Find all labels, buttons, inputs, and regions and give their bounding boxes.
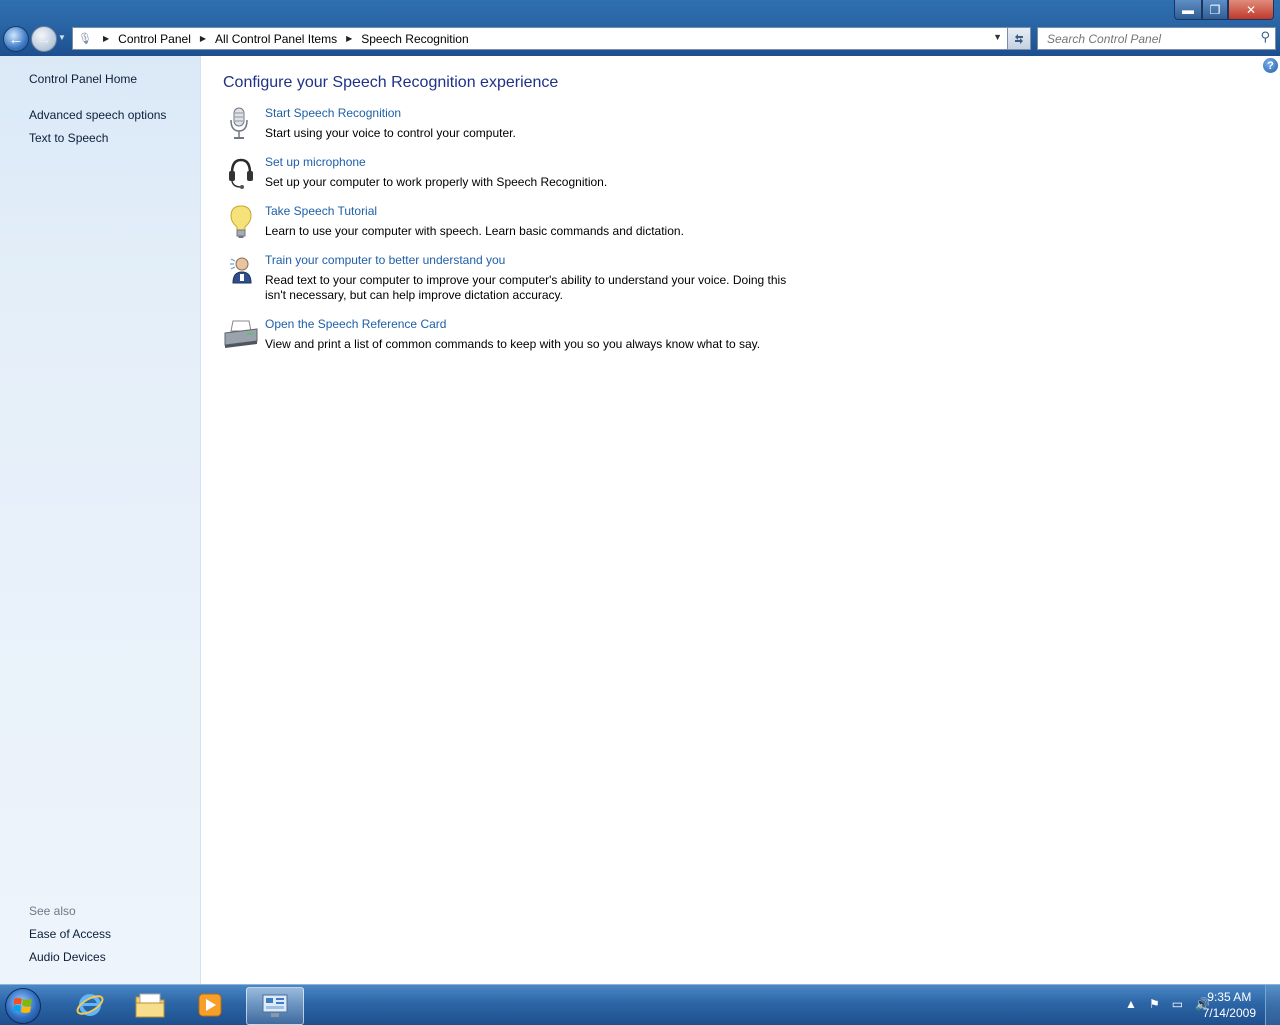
see-also-label: See also (29, 904, 76, 918)
left-nav-pane: Control Panel Home Advanced speech optio… (0, 56, 201, 984)
window-titlebar: ▬ ❐ ✕ ← → ▼ 🎙 ▶ Control Panel ▶ All Cont… (0, 0, 1280, 56)
lightbulb-icon (230, 205, 252, 238)
search-box[interactable]: ⚲ (1037, 27, 1276, 50)
restore-button[interactable]: ❐ (1202, 0, 1228, 20)
folder-icon (135, 993, 165, 1018)
advanced-speech-options-link[interactable]: Advanced speech options (29, 108, 166, 122)
take-speech-tutorial-link[interactable]: Take Speech Tutorial (265, 204, 377, 218)
system-clock[interactable]: 9:35 AM 7/14/2009 (1203, 989, 1256, 1021)
refresh-button[interactable] (1007, 27, 1031, 50)
address-bar[interactable]: 🎙 ▶ Control Panel ▶ All Control Panel It… (72, 27, 1008, 50)
breadcrumb-separator-icon[interactable]: ▶ (346, 34, 352, 43)
refresh-icon (1015, 33, 1023, 44)
task-description: Read text to your computer to improve yo… (265, 273, 787, 302)
window-controls: ▬ ❐ ✕ (1174, 0, 1274, 20)
page-title: Configure your Speech Recognition experi… (223, 74, 559, 91)
breadcrumb-separator-icon[interactable]: ▶ (103, 34, 109, 43)
breadcrumb-control-panel[interactable]: Control Panel (118, 32, 191, 46)
recent-pages-dropdown-icon[interactable]: ▼ (58, 33, 66, 42)
start-button[interactable] (5, 988, 41, 1024)
control-panel-icon (262, 994, 288, 1017)
train-computer-link[interactable]: Train your computer to better understand… (265, 253, 505, 267)
back-button[interactable]: ← (3, 26, 29, 52)
task-description: Set up your computer to work properly wi… (265, 175, 608, 189)
search-icon[interactable]: ⚲ (1260, 29, 1270, 45)
help-button[interactable]: ? (1263, 58, 1278, 73)
taskbar-internet-explorer[interactable] (62, 987, 118, 1023)
task-description: Start using your voice to control your c… (265, 126, 516, 140)
clock-time: 9:35 AM (1207, 990, 1252, 1004)
task-description: Learn to use your computer with speech. … (265, 224, 684, 238)
media-player-icon (198, 993, 222, 1017)
clock-date: 7/14/2009 (1202, 1006, 1256, 1020)
text-to-speech-link[interactable]: Text to Speech (29, 131, 108, 145)
minimize-button[interactable]: ▬ (1174, 0, 1202, 20)
ease-of-access-link[interactable]: Ease of Access (29, 927, 111, 941)
printer-icon (224, 320, 258, 348)
action-center-flag-icon[interactable]: ⚑ (1149, 997, 1160, 1011)
windows-logo-icon (13, 998, 32, 1013)
control-panel-location-icon: 🎙 (78, 33, 92, 45)
control-panel-home-link[interactable]: Control Panel Home (29, 72, 137, 86)
open-speech-reference-card-link[interactable]: Open the Speech Reference Card (265, 317, 446, 331)
taskbar-media-player[interactable] (182, 987, 238, 1023)
headset-icon (229, 158, 253, 189)
taskbar-windows-explorer[interactable] (122, 987, 178, 1023)
microphone-icon (230, 107, 248, 139)
address-dropdown-icon[interactable]: ▼ (993, 32, 1002, 42)
main-content: ? Configure your Speech Recognition expe… (201, 56, 1280, 984)
internet-explorer-icon (76, 994, 104, 1016)
taskbar-control-panel[interactable] (246, 987, 304, 1025)
forward-button[interactable]: → (31, 26, 57, 52)
user-speech-icon (230, 257, 252, 284)
audio-devices-link[interactable]: Audio Devices (29, 950, 106, 964)
breadcrumb-all-items[interactable]: All Control Panel Items (215, 32, 337, 46)
breadcrumb-speech-recognition[interactable]: Speech Recognition (361, 32, 468, 46)
network-icon[interactable]: ▭ (1172, 997, 1183, 1011)
notification-area: ▲ ⚑ ▭ 🔊 (1125, 997, 1210, 1011)
task-description: View and print a list of common commands… (265, 337, 761, 351)
taskbar: ▲ ⚑ ▭ 🔊 9:35 AM 7/14/2009 (0, 984, 1280, 1025)
set-up-microphone-link[interactable]: Set up microphone (265, 155, 366, 169)
close-button[interactable]: ✕ (1228, 0, 1274, 20)
search-input[interactable] (1045, 28, 1249, 49)
show-hidden-icons-icon[interactable]: ▲ (1125, 997, 1137, 1011)
breadcrumb-separator-icon[interactable]: ▶ (200, 34, 206, 43)
show-desktop-button[interactable] (1265, 985, 1280, 1025)
start-speech-recognition-link[interactable]: Start Speech Recognition (265, 106, 401, 120)
